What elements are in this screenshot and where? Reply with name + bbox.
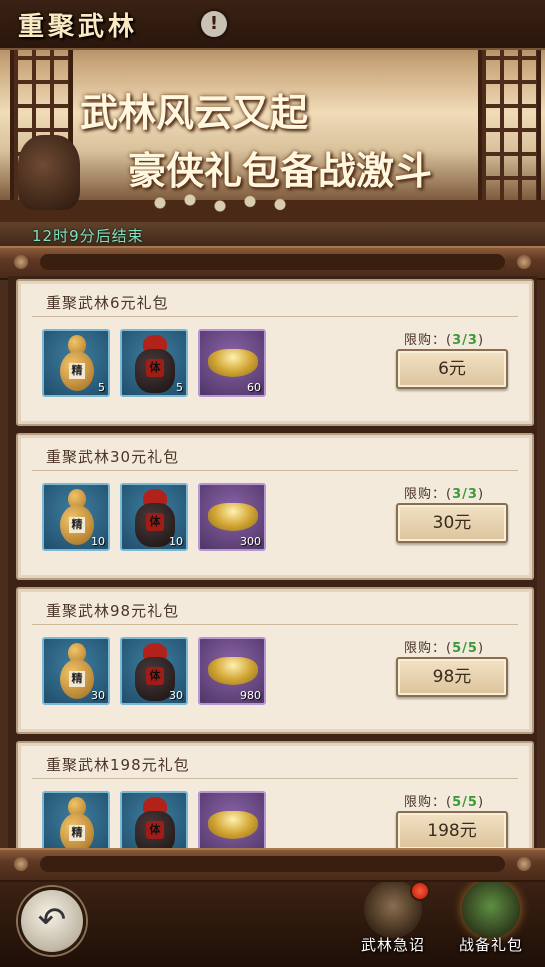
gold-ingot-icon[interactable]: 980 bbox=[198, 637, 266, 705]
item-count: 300 bbox=[240, 535, 261, 548]
purchase-limit-value: 3/3 bbox=[452, 487, 478, 502]
package-card: 重聚武林30元礼包 精 10 体 10 300 限购：(3/3) 30元 bbox=[16, 433, 534, 580]
package-card: 重聚武林98元礼包 精 30 体 30 980 限购：(5/5) 98元 bbox=[16, 587, 534, 734]
buy-button[interactable]: 6元 bbox=[396, 349, 508, 389]
divider bbox=[32, 624, 518, 625]
package-title: 重聚武林6元礼包 bbox=[46, 294, 169, 312]
page-title: 重聚武林 bbox=[18, 12, 139, 42]
gourd-icon[interactable]: 精 5 bbox=[42, 329, 110, 397]
rail-knob-right bbox=[517, 255, 531, 269]
window-frame-right bbox=[478, 30, 541, 208]
back-button[interactable]: ↶ bbox=[18, 887, 86, 955]
gift-pack-icon bbox=[462, 880, 520, 938]
buy-button[interactable]: 198元 bbox=[396, 811, 508, 850]
wine-jar-icon[interactable]: 体 5 bbox=[120, 329, 188, 397]
info-alert-icon[interactable]: ! bbox=[201, 11, 227, 37]
banner-slogan-line2: 豪侠礼包备战激斗 bbox=[128, 148, 433, 193]
package-list[interactable]: 重聚武林6元礼包 精 5 体 5 60 限购：(3/3) 6元 重聚武林30元礼… bbox=[8, 276, 537, 850]
package-title: 重聚武林30元礼包 bbox=[46, 448, 180, 466]
item-count: 30 bbox=[91, 689, 105, 702]
scroll-rail-top bbox=[0, 246, 545, 280]
gourd-icon[interactable]: 精 bbox=[42, 791, 110, 850]
item-count: 30 bbox=[169, 689, 183, 702]
scroll-rail-bottom bbox=[0, 848, 545, 882]
countdown-timer: 12时9分后结束 bbox=[32, 227, 144, 245]
item-count: 5 bbox=[98, 381, 105, 394]
title-bar: 重聚武林 ! bbox=[0, 0, 545, 50]
rail-inner bbox=[40, 856, 505, 872]
rail-inner bbox=[40, 254, 505, 270]
package-card: 重聚武林6元礼包 精 5 体 5 60 限购：(3/3) 6元 bbox=[16, 279, 534, 426]
wine-jar-decoration bbox=[18, 135, 80, 210]
gourd-icon[interactable]: 精 30 bbox=[42, 637, 110, 705]
gold-ingot-icon[interactable]: 300 bbox=[198, 483, 266, 551]
nav-label: 战备礼包 bbox=[458, 936, 523, 954]
rail-knob-left bbox=[14, 857, 28, 871]
banner-slogan-line1: 武林风云又起 bbox=[80, 90, 309, 135]
purchase-limit: 限购：(3/3) bbox=[404, 333, 485, 348]
item-count: 60 bbox=[247, 381, 261, 394]
divider bbox=[32, 778, 518, 779]
purchase-limit-value: 5/5 bbox=[452, 795, 478, 810]
gourd-icon[interactable]: 精 10 bbox=[42, 483, 110, 551]
divider bbox=[32, 316, 518, 317]
gold-ingot-icon[interactable]: 60 bbox=[198, 329, 266, 397]
notification-dot-icon bbox=[410, 881, 430, 901]
buy-button[interactable]: 98元 bbox=[396, 657, 508, 697]
purchase-limit: 限购：(5/5) bbox=[404, 641, 485, 656]
purchase-limit: 限购：(3/3) bbox=[404, 487, 485, 502]
nav-label: 武林急诏 bbox=[360, 936, 425, 954]
rail-knob-right bbox=[517, 857, 531, 871]
gold-ingot-icon[interactable] bbox=[198, 791, 266, 850]
wine-jar-icon[interactable]: 体 30 bbox=[120, 637, 188, 705]
item-count: 980 bbox=[240, 689, 261, 702]
divider bbox=[32, 470, 518, 471]
purchase-limit: 限购：(5/5) bbox=[404, 795, 485, 810]
buy-button[interactable]: 30元 bbox=[396, 503, 508, 543]
rail-knob-left bbox=[14, 255, 28, 269]
nav-battle-gift-pack[interactable]: 战备礼包 bbox=[448, 880, 534, 964]
item-count: 5 bbox=[176, 381, 183, 394]
coins-decoration bbox=[120, 188, 320, 218]
wine-jar-icon[interactable]: 体 bbox=[120, 791, 188, 850]
item-count: 10 bbox=[91, 535, 105, 548]
package-title: 重聚武林98元礼包 bbox=[46, 602, 180, 620]
item-count: 10 bbox=[169, 535, 183, 548]
back-arrow-icon: ↶ bbox=[37, 900, 67, 940]
purchase-limit-value: 5/5 bbox=[452, 641, 478, 656]
wine-jar-icon[interactable]: 体 10 bbox=[120, 483, 188, 551]
purchase-limit-value: 3/3 bbox=[452, 333, 478, 348]
package-card: 重聚武林198元礼包 精 体 限购：(5/5) 198元 bbox=[16, 741, 534, 850]
package-title: 重聚武林198元礼包 bbox=[46, 756, 190, 774]
